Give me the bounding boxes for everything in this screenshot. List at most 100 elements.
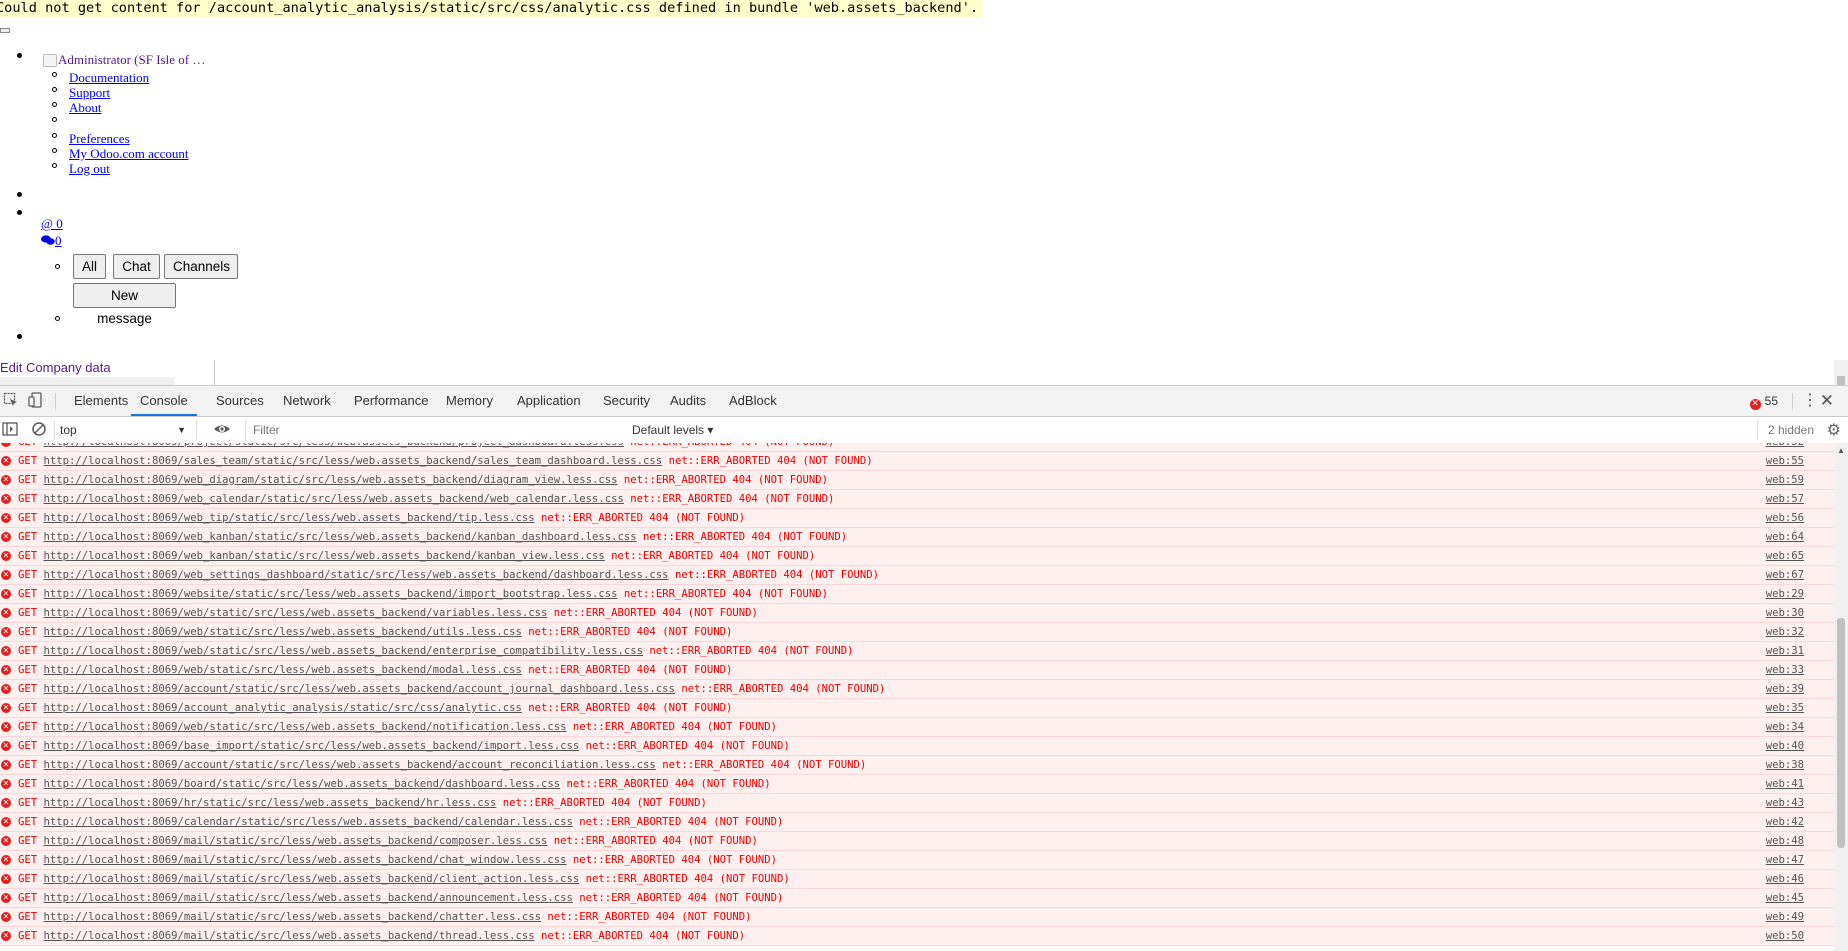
source-link[interactable]: web:65 <box>1766 547 1804 565</box>
request-url-link[interactable]: http://localhost:8069/web/static/src/les… <box>44 664 522 676</box>
request-url-link[interactable]: http://localhost:8069/account/static/src… <box>44 683 675 695</box>
mentions-link[interactable]: @ 0 <box>41 216 63 232</box>
source-link[interactable]: web:45 <box>1766 889 1804 907</box>
source-link[interactable]: web:52 <box>1766 443 1804 451</box>
menu-toggle-button[interactable] <box>0 28 10 33</box>
source-link[interactable]: web:64 <box>1766 528 1804 546</box>
menu-logout-link[interactable]: Log out <box>69 161 110 177</box>
log-levels-select[interactable]: Default levels ▾ <box>632 420 713 440</box>
source-link[interactable]: web:56 <box>1766 509 1804 527</box>
tab-adblock[interactable]: AdBlock <box>729 386 777 416</box>
menu-preferences-link[interactable]: Preferences <box>69 131 130 147</box>
request-url-link[interactable]: http://localhost:8069/sales_team/static/… <box>44 455 663 467</box>
request-url-link[interactable]: http://localhost:8069/web_tip/static/src… <box>44 512 535 524</box>
request-url-link[interactable]: http://localhost:8069/mail/static/src/le… <box>44 873 580 885</box>
menu-about-link[interactable]: About <box>69 100 102 116</box>
source-link[interactable]: web:32 <box>1766 623 1804 641</box>
menu-documentation-link[interactable]: Documentation <box>69 70 149 86</box>
tab-audits[interactable]: Audits <box>670 386 706 416</box>
gear-icon[interactable]: ⚙ <box>1827 420 1841 440</box>
tab-memory[interactable]: Memory <box>446 386 493 416</box>
source-link[interactable]: web:50 <box>1766 927 1804 945</box>
more-options-icon[interactable]: ⋮ <box>1802 393 1818 409</box>
request-url-link[interactable]: http://localhost:8069/account/static/src… <box>44 759 656 771</box>
source-link[interactable]: web:29 <box>1766 585 1804 603</box>
request-url-link[interactable]: http://localhost:8069/project/static/src… <box>44 443 624 448</box>
request-url-link[interactable]: http://localhost:8069/web/static/src/les… <box>44 607 548 619</box>
request-url-link[interactable]: http://localhost:8069/web_kanban/static/… <box>44 531 637 543</box>
request-url-link[interactable]: http://localhost:8069/web_diagram/static… <box>44 474 618 486</box>
source-link[interactable]: web:41 <box>1766 775 1804 793</box>
sidebar-toggle-icon[interactable] <box>2 421 18 442</box>
tab-console[interactable]: Console <box>131 386 197 416</box>
source-link[interactable]: web:46 <box>1766 870 1804 888</box>
inspect-icon[interactable] <box>3 392 21 410</box>
context-select[interactable]: top ▼ <box>60 420 197 440</box>
source-link[interactable]: web:39 <box>1766 680 1804 698</box>
filter-all-button[interactable]: All <box>73 254 106 279</box>
source-link[interactable]: web:49 <box>1766 908 1804 926</box>
error-status: net::ERR_ABORTED 404 (NOT FOUND) <box>566 721 777 733</box>
tab-application[interactable]: Application <box>517 386 581 416</box>
clear-console-icon[interactable] <box>31 421 47 442</box>
tab-network[interactable]: Network <box>283 386 331 416</box>
filter-channels-button[interactable]: Channels <box>164 254 238 279</box>
scroll-up-icon[interactable]: ▲ <box>1837 446 1845 455</box>
user-menu-toggle[interactable]: Administrator (SF Isle of … <box>58 52 205 68</box>
source-link[interactable]: web:55 <box>1766 452 1804 470</box>
source-link[interactable]: web:42 <box>1766 813 1804 831</box>
request-url-link[interactable]: http://localhost:8069/hr/static/src/less… <box>44 797 497 809</box>
console-scrollbar[interactable]: ▲ <box>1834 443 1848 951</box>
source-link[interactable]: web:40 <box>1766 737 1804 755</box>
menu-support-link[interactable]: Support <box>69 85 110 101</box>
request-url-link[interactable]: http://localhost:8069/mail/static/src/le… <box>44 892 573 904</box>
source-link[interactable]: web:59 <box>1766 471 1804 489</box>
request-url-link[interactable]: http://localhost:8069/web_calendar/stati… <box>44 493 624 505</box>
edit-company-link[interactable]: Edit Company data <box>0 360 111 376</box>
source-link[interactable]: web:34 <box>1766 718 1804 736</box>
page-scrollbar[interactable] <box>1834 360 1848 385</box>
request-url-link[interactable]: http://localhost:8069/base_import/static… <box>44 740 580 752</box>
error-message: GET http://localhost:8069/base_import/st… <box>18 737 790 755</box>
request-url-link[interactable]: http://localhost:8069/mail/static/src/le… <box>44 930 535 942</box>
source-link[interactable]: web:31 <box>1766 642 1804 660</box>
filter-input[interactable]: Filter <box>245 420 621 440</box>
menu-odoo-account-link[interactable]: My Odoo.com account <box>69 146 189 162</box>
request-url-link[interactable]: http://localhost:8069/mail/static/src/le… <box>44 911 541 923</box>
request-url-link[interactable]: http://localhost:8069/web/static/src/les… <box>44 721 567 733</box>
request-url-link[interactable]: http://localhost:8069/web/static/src/les… <box>44 626 522 638</box>
request-url-link[interactable]: http://localhost:8069/web_kanban/static/… <box>44 550 605 562</box>
bullet <box>52 148 57 153</box>
request-url-link[interactable]: http://localhost:8069/mail/static/src/le… <box>44 835 548 847</box>
request-url-link[interactable]: http://localhost:8069/website/static/src… <box>44 588 618 600</box>
http-method: GET <box>18 816 44 828</box>
close-icon[interactable]: ✕ <box>1820 391 1834 411</box>
new-message-button[interactable]: New message <box>73 283 176 326</box>
scroll-thumb[interactable] <box>1837 618 1845 848</box>
source-link[interactable]: web:67 <box>1766 566 1804 584</box>
eye-icon[interactable] <box>213 421 231 442</box>
request-url-link[interactable]: http://localhost:8069/mail/static/src/le… <box>44 854 567 866</box>
source-link[interactable]: web:35 <box>1766 699 1804 717</box>
request-url-link[interactable]: http://localhost:8069/web/static/src/les… <box>44 645 644 657</box>
request-url-link[interactable]: http://localhost:8069/web_settings_dashb… <box>44 569 669 581</box>
source-link[interactable]: web:43 <box>1766 794 1804 812</box>
source-link[interactable]: web:57 <box>1766 490 1804 508</box>
tab-elements[interactable]: Elements <box>74 386 128 416</box>
source-link[interactable]: web:30 <box>1766 604 1804 622</box>
messages-link[interactable]: 0 <box>41 233 62 249</box>
request-url-link[interactable]: http://localhost:8069/account_analytic_a… <box>44 702 522 714</box>
tab-sources[interactable]: Sources <box>216 386 264 416</box>
filter-chat-button[interactable]: Chat <box>113 254 160 279</box>
source-link[interactable]: web:38 <box>1766 756 1804 774</box>
source-link[interactable]: web:33 <box>1766 661 1804 679</box>
error-counter[interactable]: ✕ 55 <box>1749 386 1778 416</box>
source-link[interactable]: web:47 <box>1766 851 1804 869</box>
request-url-link[interactable]: http://localhost:8069/board/static/src/l… <box>44 778 561 790</box>
request-url-link[interactable]: http://localhost:8069/calendar/static/sr… <box>44 816 573 828</box>
error-status: net::ERR_ABORTED 404 (NOT FOUND) <box>674 683 886 695</box>
source-link[interactable]: web:48 <box>1766 832 1804 850</box>
tab-security[interactable]: Security <box>603 386 650 416</box>
tab-performance[interactable]: Performance <box>354 386 428 416</box>
device-toggle-icon[interactable] <box>28 392 46 410</box>
